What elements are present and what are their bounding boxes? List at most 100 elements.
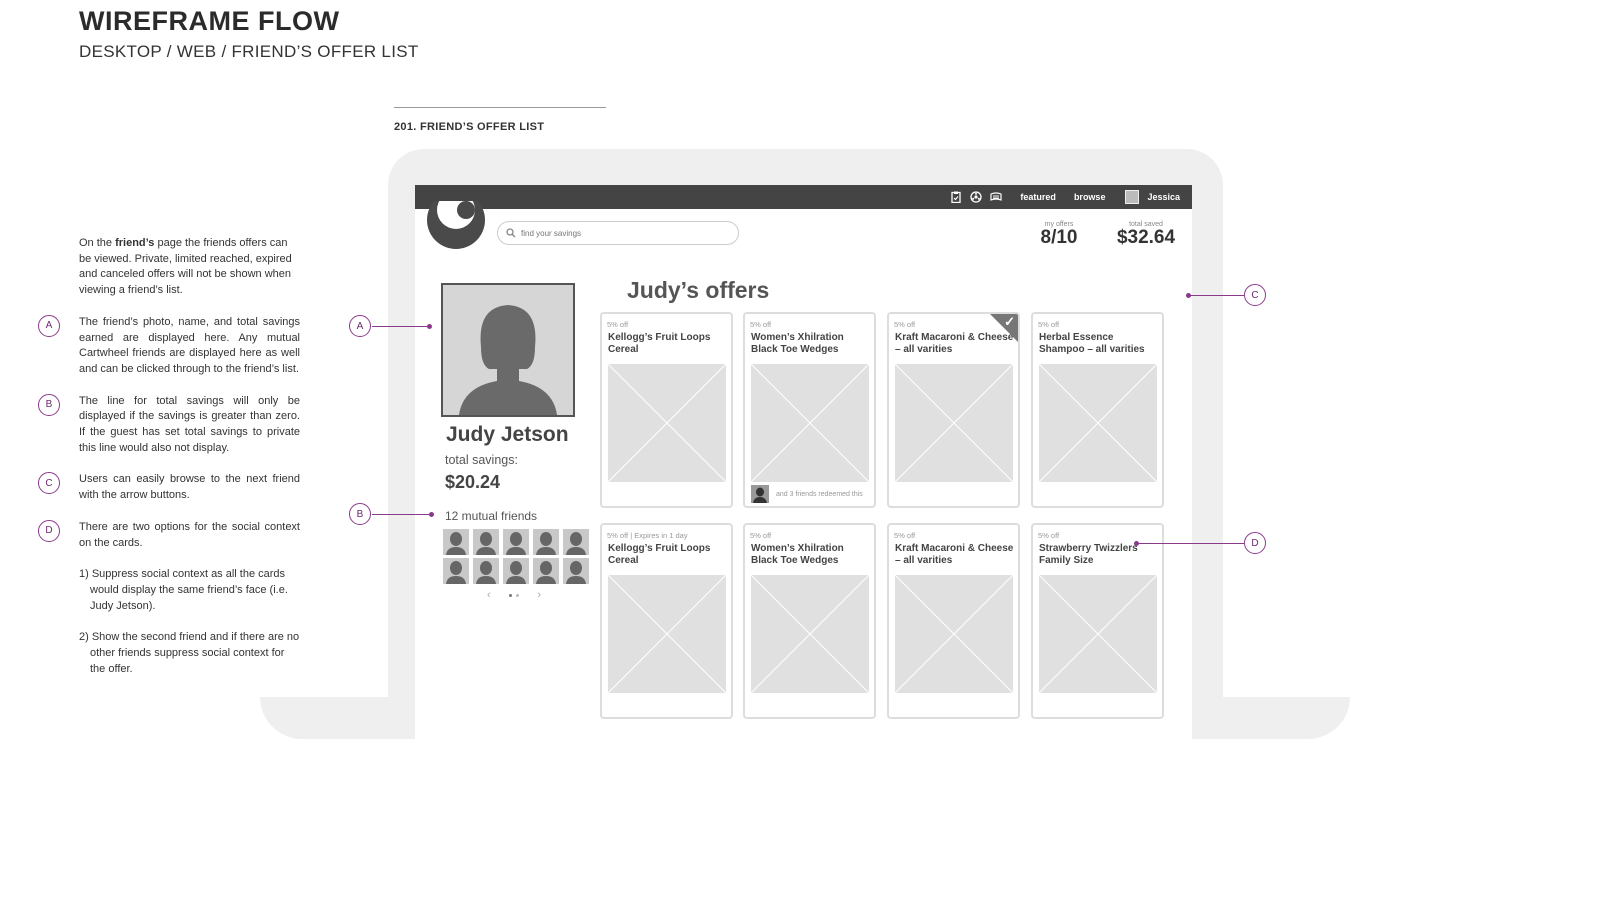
mutual-friend-avatar[interactable] xyxy=(443,558,469,584)
notes-intro: On the friend’s page the friends offers … xyxy=(38,236,300,299)
search-input[interactable] xyxy=(521,228,721,238)
offer-card[interactable]: 5% off Kraft Macaroni & Cheese – all vari… xyxy=(887,523,1020,719)
pager-dot[interactable] xyxy=(516,593,519,597)
offer-title: Women’s Xhilration Black Toe Wedges xyxy=(751,543,844,566)
callout-dot-d xyxy=(1134,541,1139,546)
callout-dot-c xyxy=(1186,293,1191,298)
callout-dot-b xyxy=(429,512,434,517)
offer-image-placeholder xyxy=(895,575,1013,693)
offer-card[interactable]: 5% off Women’s Xhilration Black Toe Wedge… xyxy=(743,523,876,719)
offer-title: Herbal Essence Shampoo – all varities xyxy=(1039,332,1145,355)
friend-avatar[interactable] xyxy=(751,485,769,503)
callout-badge-a: A xyxy=(349,315,371,337)
offer-title: Kraft Macaroni & Cheese – all varities xyxy=(895,543,1014,566)
person-icon xyxy=(536,532,556,555)
person-icon xyxy=(506,561,526,584)
mutual-friend-avatar[interactable] xyxy=(473,558,499,584)
mutual-friend-avatar[interactable] xyxy=(533,558,559,584)
note-a: A The friend’s photo, name, and total sa… xyxy=(38,314,300,378)
offer-image-placeholder xyxy=(751,575,869,693)
chevron-right-icon[interactable]: › xyxy=(537,589,541,601)
featured-link[interactable]: featured xyxy=(1020,192,1056,202)
total-saved-value: $32.64 xyxy=(1116,227,1176,248)
note-badge-d: D xyxy=(38,519,60,542)
search-icon xyxy=(506,228,516,238)
clipboard-icon[interactable] xyxy=(950,191,962,203)
offer-card[interactable]: 5% off Kellogg’s Fruit Loops Cereal xyxy=(600,312,733,508)
note-option-2: 2) Show the second friend and if there a… xyxy=(79,631,300,675)
mutual-friend-avatar[interactable] xyxy=(443,529,469,555)
pager-dots xyxy=(509,593,519,597)
offer-title: Kellogg’s Fruit Loops Cereal xyxy=(608,543,711,566)
person-icon xyxy=(446,532,466,555)
offer-image-placeholder xyxy=(1039,364,1157,482)
person-icon xyxy=(476,532,496,555)
logo-inner-ring xyxy=(437,201,475,229)
note-c: C Users can easily browse to the next fr… xyxy=(38,472,300,503)
logo-outer-ring xyxy=(427,201,485,249)
offer-discount: 5% off xyxy=(1038,531,1060,540)
user-avatar[interactable] xyxy=(1125,190,1140,204)
person-icon xyxy=(566,561,586,584)
note-badge-a: A xyxy=(38,314,60,337)
offer-discount: 5% off xyxy=(750,320,772,329)
mutual-friend-avatar[interactable] xyxy=(503,558,529,584)
chevron-left-icon[interactable]: ‹ xyxy=(487,589,491,601)
logo-bullseye xyxy=(457,201,475,219)
offer-card[interactable]: 5% off Strawberry Twizzlers Family Size xyxy=(1031,523,1164,719)
note-badge-c: C xyxy=(38,472,60,495)
person-silhouette-icon xyxy=(459,305,557,415)
search-box[interactable] xyxy=(497,221,739,245)
person-icon xyxy=(446,561,466,584)
mutual-friend-avatar[interactable] xyxy=(473,529,499,555)
offer-image-placeholder xyxy=(608,364,726,482)
offer-title: Kellogg’s Fruit Loops Cereal xyxy=(608,332,711,355)
person-icon xyxy=(506,532,526,555)
target-logo[interactable] xyxy=(427,201,485,249)
screen-label-rule xyxy=(394,107,606,108)
screen-label: 201. FRIEND’S OFFER LIST xyxy=(394,121,545,133)
note-option-1: 1) Suppress social context as all the ca… xyxy=(79,568,288,612)
offer-discount: 5% off xyxy=(894,320,916,329)
offer-social-context: and 3 friends redeemed this xyxy=(751,485,863,503)
document-title: WIREFRAME FLOW xyxy=(79,6,340,36)
offer-discount: 5% off xyxy=(750,531,772,540)
person-icon xyxy=(566,532,586,555)
person-icon xyxy=(536,561,556,584)
friend-name: Judy Jetson xyxy=(446,423,569,446)
pager-dot-active[interactable] xyxy=(509,593,512,597)
app-screen: featured browse Jessica my offers 8/10 t… xyxy=(415,185,1192,739)
notes-intro-bold: friend’s xyxy=(115,237,155,249)
list-icon[interactable] xyxy=(990,191,1003,203)
offer-card[interactable]: 5% off Women’s Xhilration Black Toe Wedge… xyxy=(743,312,876,508)
my-offers-stat: my offers 8/10 xyxy=(1035,221,1083,248)
mutual-friends-grid xyxy=(443,529,591,584)
offer-card[interactable]: 5% off Kraft Macaroni & Cheese – all vari… xyxy=(887,312,1020,508)
offer-card[interactable]: 5% off Herbal Essence Shampoo – all varit… xyxy=(1031,312,1164,508)
browse-link[interactable]: browse xyxy=(1074,192,1106,202)
offer-image-placeholder xyxy=(1039,575,1157,693)
note-badge-b: B xyxy=(38,393,60,416)
cartwheel-icon[interactable] xyxy=(970,191,983,203)
total-saved-stat: total saved $32.64 xyxy=(1113,221,1179,248)
document-subtitle: DESKTOP / WEB / FRIEND’S OFFER LIST xyxy=(79,42,419,61)
mutual-friend-avatar[interactable] xyxy=(533,529,559,555)
mutual-friends-label: 12 mutual friends xyxy=(445,509,538,523)
offer-image-placeholder xyxy=(608,575,726,693)
mutual-friend-avatar[interactable] xyxy=(563,529,589,555)
note-text-a: The friend’s photo, name, and total savi… xyxy=(79,315,300,375)
user-name-link[interactable]: Jessica xyxy=(1147,192,1180,202)
offer-image-placeholder xyxy=(895,364,1013,482)
callout-line-d xyxy=(1136,543,1244,544)
callout-line-b xyxy=(372,514,431,515)
mutual-friend-avatar[interactable] xyxy=(563,558,589,584)
callout-badge-b: B xyxy=(349,503,371,525)
total-savings-value: $20.24 xyxy=(445,472,501,492)
friend-profile-photo xyxy=(441,283,575,417)
offer-card[interactable]: 5% off | Expires in 1 day Kellogg’s Fruit… xyxy=(600,523,733,719)
offer-discount: 5% off xyxy=(1038,320,1060,329)
total-savings-label: total savings: xyxy=(445,453,518,467)
offer-social-text: and 3 friends redeemed this xyxy=(776,490,863,498)
mutual-friend-avatar[interactable] xyxy=(503,529,529,555)
callout-line-c xyxy=(1188,295,1244,296)
